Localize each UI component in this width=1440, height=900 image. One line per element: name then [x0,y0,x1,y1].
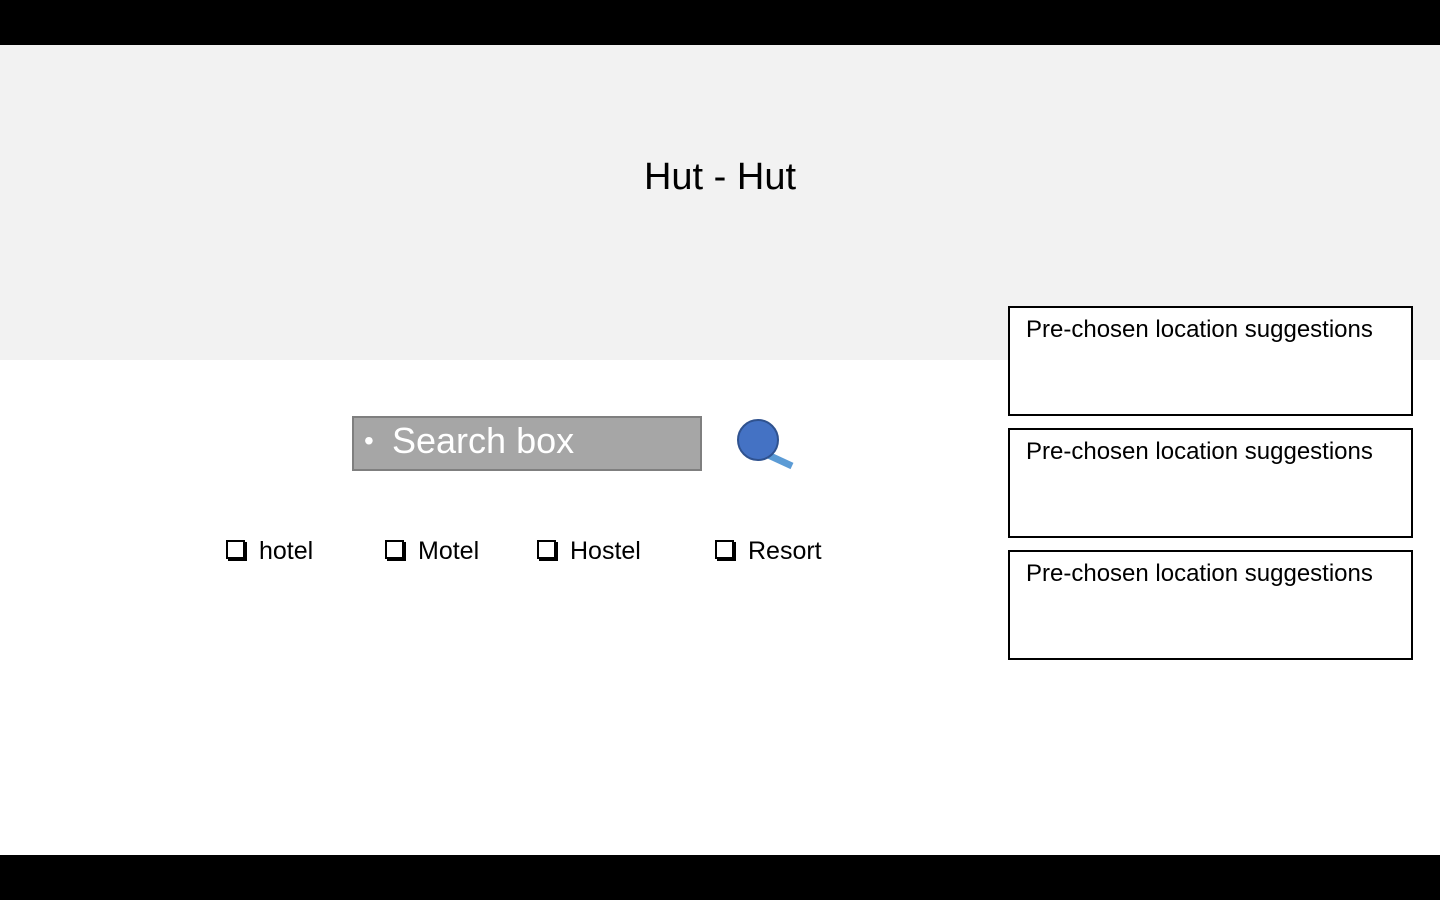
checkbox-icon [226,539,245,559]
filter-label: hotel [259,537,314,565]
checkbox-icon [385,539,404,559]
location-suggestion-card[interactable]: Pre-chosen location suggestions [1008,428,1413,538]
magnifier-icon [737,419,794,470]
suggestion-label: Pre-chosen location suggestions [1026,438,1373,465]
search-placeholder: Search box [392,420,575,461]
checkbox-icon [537,539,556,559]
app-title: Hut - Hut [643,156,797,198]
checkbox-icon [715,539,734,559]
slide-canvas: Hut - Hut • Search box hotel Motel Hoste… [0,45,1440,855]
filter-label: Resort [748,537,822,565]
search-button[interactable] [736,418,798,470]
search-input[interactable]: • Search box [352,416,702,471]
filter-checkbox-motel[interactable]: Motel [385,535,479,567]
filter-checkbox-hostel[interactable]: Hostel [537,535,641,567]
suggestion-label: Pre-chosen location suggestions [1026,316,1373,343]
location-suggestion-card[interactable]: Pre-chosen location suggestions [1008,550,1413,660]
bullet-icon: • [364,425,374,456]
location-suggestion-card[interactable]: Pre-chosen location suggestions [1008,306,1413,416]
filter-label: Motel [418,537,480,565]
filter-label: Hostel [570,537,641,565]
suggestion-label: Pre-chosen location suggestions [1026,560,1373,587]
filter-checkbox-hotel[interactable]: hotel [226,535,313,567]
filter-checkbox-resort[interactable]: Resort [715,535,822,567]
